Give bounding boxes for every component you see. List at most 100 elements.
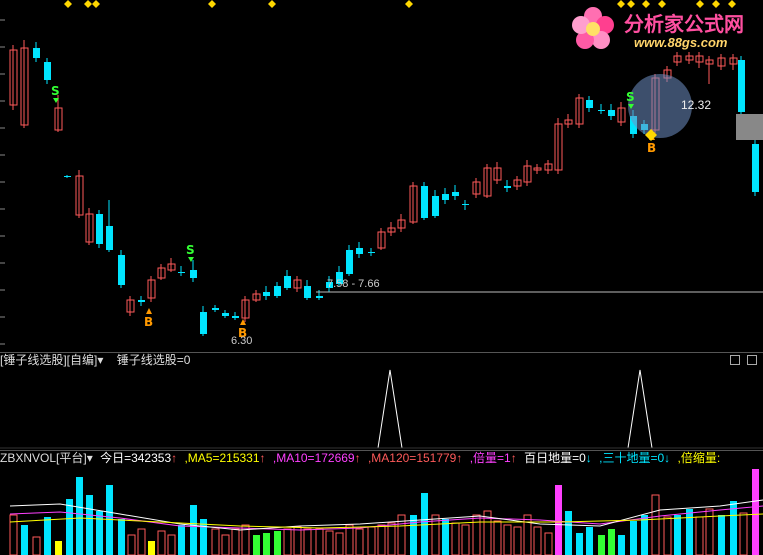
volume-bar-up: [523, 514, 532, 555]
high-price-label: 12.32: [681, 98, 712, 112]
volume-bar-up: [157, 530, 166, 555]
volume-bar-up: [293, 526, 302, 555]
volume-bar-up: [315, 528, 324, 555]
candle-down: [274, 286, 281, 296]
beisuo-value: ,倍缩量:: [677, 451, 721, 465]
ma10-arrow-icon: ↑: [354, 451, 361, 465]
volume-bar-up: [32, 536, 41, 555]
signal-b: B: [144, 315, 153, 329]
candle-down: [504, 186, 511, 188]
candle-down: [421, 186, 428, 218]
ma5-value: ,MA5=215331: [184, 451, 260, 465]
volume-indicator-name[interactable]: ZBXNVOL[平台]: [0, 451, 87, 465]
volume-bar: [66, 499, 73, 555]
top-signal-diamond: [208, 0, 216, 8]
current-price-marker: [736, 114, 763, 140]
candlestick-chart[interactable]: SSSBBB 12.32 6.30 7.58 - 7.66 分析家公式网 www…: [0, 0, 763, 352]
beiliang-arrow-icon: ↑: [510, 451, 517, 465]
volume-bar-up: [493, 520, 502, 555]
volume-dropdown-icon[interactable]: ▾: [87, 451, 93, 465]
beiliang-value: ,倍量=1: [469, 451, 511, 465]
volume-bar: [96, 511, 103, 555]
volume-bar: [641, 515, 648, 555]
volume-bar: [565, 511, 572, 555]
volume-bar-up: [283, 528, 292, 555]
volume-bar-up: [221, 534, 230, 555]
volume-panel-header: ZBXNVOL[平台]▾ 今日=342353 ↑ ,MA5=215331 ↑ ,MA…: [0, 450, 763, 466]
indicator-name[interactable]: [锤子线选股][自编]: [0, 353, 97, 367]
logo-text: 分析家公式网: [624, 12, 744, 36]
volume-bar: [178, 525, 185, 555]
indicator-svg: [0, 369, 763, 449]
volume-bar: [576, 533, 583, 555]
candle-down: [44, 62, 51, 80]
signal-s: S: [186, 243, 195, 257]
volume-bar-up: [695, 516, 704, 555]
volume-bar: [718, 515, 725, 555]
candle-down: [212, 308, 219, 310]
volume-bar: [274, 531, 281, 555]
volume-bar-up: [211, 528, 220, 555]
minimize-button[interactable]: [730, 355, 740, 366]
volume-bar-up: [325, 530, 334, 555]
candle-down: [752, 144, 759, 192]
ma120-value: ,MA120=151779: [367, 451, 457, 465]
volume-svg: [9, 469, 763, 555]
volume-bar: [263, 533, 270, 555]
indicator-chart[interactable]: [0, 368, 763, 450]
candle-down: [138, 300, 145, 302]
top-signal-diamond: [268, 0, 276, 8]
flower-icon: [572, 7, 614, 49]
volume-bar: [555, 485, 562, 555]
candle-down: [263, 292, 270, 296]
candle-down: [33, 48, 40, 58]
volume-bar: [21, 525, 28, 555]
indicator-window-buttons: [727, 354, 761, 368]
candle-down: [118, 255, 125, 285]
volume-bar-up: [663, 516, 672, 555]
candle-down: [598, 110, 605, 111]
volume-bar: [148, 541, 155, 555]
volume-bar-up: [231, 528, 240, 555]
volume-bar: [190, 505, 197, 555]
top-signal-diamond: [92, 0, 100, 8]
top-signal-diamond: [84, 0, 92, 8]
volume-bar: [598, 535, 605, 555]
volume-bar: [253, 535, 260, 555]
volume-bar-up: [335, 532, 344, 555]
volume-bar: [76, 477, 83, 555]
close-button[interactable]: [747, 355, 757, 366]
candle-down: [442, 194, 449, 200]
volume-bar-up: [461, 524, 470, 555]
volume-bar: [618, 535, 625, 555]
signal-b-arrow: [146, 308, 152, 314]
top-signal-diamond: [405, 0, 413, 8]
candle-down: [106, 226, 113, 250]
volume-bar-up: [544, 532, 553, 555]
sanshi-diliang: ,三十地量=0: [599, 451, 665, 465]
sanshi-arrow-icon: ↓: [664, 451, 671, 465]
volume-bar: [118, 519, 125, 555]
signal-s: S: [626, 90, 635, 104]
candle-down: [96, 214, 103, 244]
bairi-diliang: 百日地量=0: [524, 451, 586, 465]
candle-down: [368, 252, 375, 253]
volume-bar-up: [513, 526, 522, 555]
volume-bar: [86, 495, 93, 555]
volume-bar: [674, 515, 681, 555]
indicator-panel-header: [锤子线选股][自编]▾ 锤子线选股=0: [0, 352, 763, 368]
price-range-label: 7.58 - 7.66: [327, 278, 380, 290]
indicator-dropdown-icon[interactable]: ▾: [97, 353, 103, 367]
candle-down: [452, 192, 459, 196]
today-volume: 今日=342353: [100, 451, 172, 465]
candle-down: [284, 276, 291, 288]
candle-down: [64, 176, 71, 177]
ma10-value: ,MA10=172669: [272, 451, 355, 465]
volume-bar-up: [137, 528, 146, 555]
volume-chart[interactable]: [0, 466, 763, 555]
volume-bar-up: [472, 514, 481, 555]
volume-bar: [630, 521, 637, 555]
volume-bar-up: [739, 512, 748, 555]
volume-bar: [421, 493, 428, 555]
candle-down: [316, 296, 323, 298]
